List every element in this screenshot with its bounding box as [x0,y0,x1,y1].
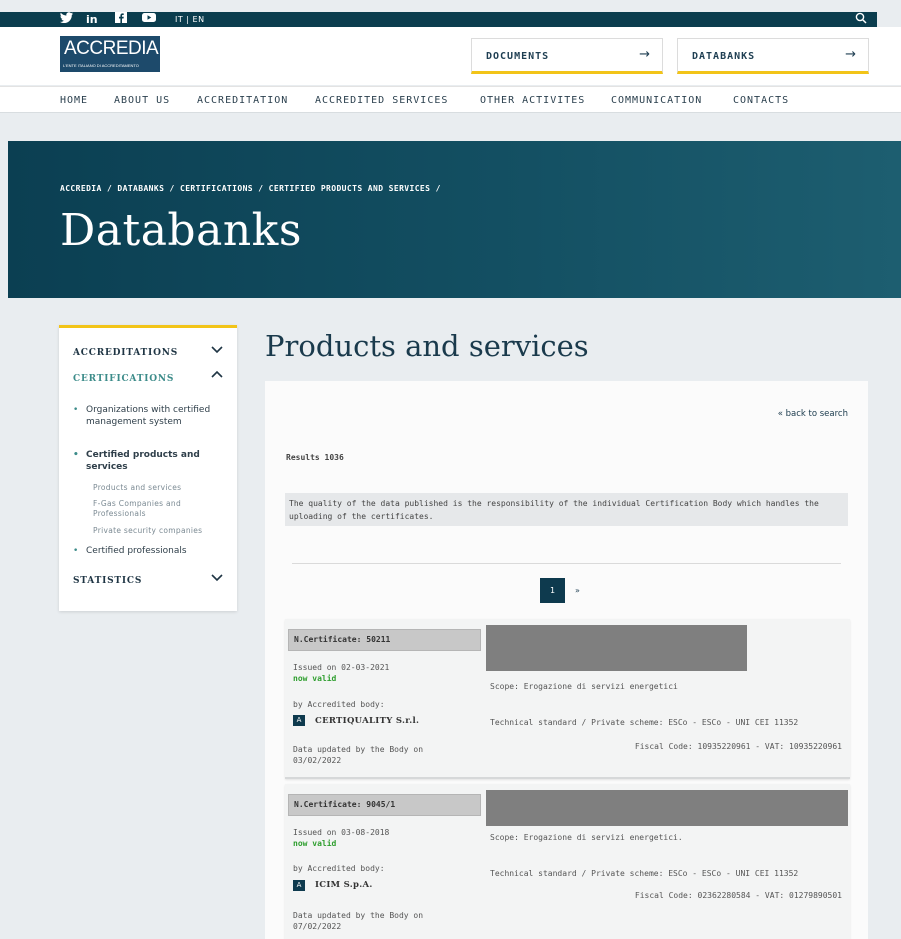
technical-standard: Technical standard / Private scheme: ESC… [490,869,799,878]
certificate-card[interactable]: N.Certificate: 50211 Issued on 02-03-202… [285,619,850,779]
issued-date: Issued on 02-03-2021 [293,663,390,672]
main-nav: HOME ABOUT US ACCREDITATION ACCREDITED S… [0,86,901,113]
databanks-label: DATABANKS [692,51,756,62]
databanks-button[interactable]: DATABANKS → [677,38,869,74]
accredited-body-name[interactable]: ICIM S.p.A. [315,880,373,890]
redacted-company-name [486,625,747,671]
bullet-icon: • [73,450,79,460]
sidebar-item-label: Certified professionals [86,546,187,556]
search-icon[interactable] [855,12,867,27]
arrow-right-icon: → [845,47,856,62]
fiscal-code: Fiscal Code: 02362280584 - VAT: 01279890… [634,891,842,900]
nav-about-us[interactable]: ABOUT US [114,95,170,106]
nav-contacts[interactable]: CONTACTS [733,95,789,106]
accredited-body-label: by Accredited body: [293,864,385,873]
breadcrumb[interactable]: ACCREDIA / DATABANKS / CERTIFICATIONS / … [60,184,441,193]
data-quality-notice: The quality of the data published is the… [285,493,848,526]
certificate-number: N.Certificate: 50211 [288,629,481,651]
pagination-next[interactable]: » [575,586,580,595]
youtube-icon[interactable] [142,12,156,27]
language-switch[interactable]: IT | EN [175,12,205,27]
logo-subtext: L'ENTE ITALIANO DI ACCREDITAMENTO [63,63,139,68]
sidebar-item-label: Certified products and services [86,450,200,472]
documents-label: DOCUMENTS [486,51,550,62]
hero-banner: ACCREDIA / DATABANKS / CERTIFICATIONS / … [8,141,901,298]
logo-text: ACCREDIA [64,38,159,59]
documents-button[interactable]: DOCUMENTS → [471,38,663,74]
nav-communication[interactable]: COMMUNICATION [611,95,702,106]
bullet-icon: • [73,546,79,556]
scope: Scope: Erogazione di servizi energetici. [490,833,683,842]
divider [292,563,841,564]
chevron-up-icon[interactable] [211,368,223,381]
accredited-body-icon: A [293,880,305,891]
sidebar-item-organizations[interactable]: • Organizations with certified managemen… [73,404,223,428]
chevron-down-icon[interactable] [211,339,223,358]
bullet-icon: • [73,405,79,415]
sidebar-certifications[interactable]: CERTIFICATIONS [73,374,174,384]
social-bar: in IT | EN [0,12,877,27]
back-to-search-link[interactable]: « back to search [778,409,848,419]
certificate-number: N.Certificate: 9045/1 [288,794,481,816]
data-updated: Data updated by the Body on 07/02/2022 [293,911,424,931]
sidebar-item-certified-products[interactable]: • Certified products and services [73,449,223,473]
sidebar-item-label: Organizations with certified management … [86,405,211,427]
section-title: Products and services [265,329,589,363]
results-count: Results 1036 [286,453,344,462]
certificate-card[interactable]: N.Certificate: 9045/1 Issued on 03-08-20… [285,784,850,939]
nav-home[interactable]: HOME [60,95,88,106]
sidebar: ACCREDITATIONS CERTIFICATIONS • Organiza… [59,325,237,611]
page-title: Databanks [60,205,302,256]
accredited-body-name[interactable]: CERTIQUALITY S.r.l. [315,716,419,726]
sidebar-item-certified-professionals[interactable]: • Certified professionals [73,545,223,557]
nav-other-activites[interactable]: OTHER ACTIVITES [480,95,585,106]
nav-accreditation[interactable]: ACCREDITATION [197,95,288,106]
accredia-logo[interactable]: ACCREDIA L'ENTE ITALIANO DI ACCREDITAMEN… [60,36,160,72]
status-badge: now valid [293,674,337,683]
fiscal-code: Fiscal Code: 10935220961 - VAT: 10935220… [634,742,842,751]
sidebar-subitem-products-services[interactable]: Products and services [93,483,233,493]
twitter-icon[interactable] [60,12,74,27]
sidebar-subitem-fgas[interactable]: F-Gas Companies and Professionals [93,499,213,519]
issued-date: Issued on 03-08-2018 [293,828,390,837]
status-badge: now valid [293,839,337,848]
results-panel: « back to search Results 1036 The qualit… [265,381,868,939]
chevron-down-icon[interactable] [211,572,223,585]
sidebar-subitem-private-security[interactable]: Private security companies [93,526,233,536]
arrow-right-icon: → [639,47,650,62]
accredited-body-label: by Accredited body: [293,700,385,709]
facebook-icon[interactable] [115,12,127,27]
accredited-body-icon: A [293,715,305,726]
scope: Scope: Erogazione di servizi energetici [490,682,678,691]
sidebar-statistics[interactable]: STATISTICS [73,576,142,586]
linkedin-icon[interactable]: in [86,12,98,27]
site-header: ACCREDIA L'ENTE ITALIANO DI ACCREDITAMEN… [0,27,901,85]
nav-accredited-services[interactable]: ACCREDITED SERVICES [315,95,448,106]
redacted-company-name [486,790,848,826]
data-updated: Data updated by the Body on 03/02/2022 [293,745,424,765]
sidebar-accreditations[interactable]: ACCREDITATIONS [73,348,178,358]
pagination-page-1[interactable]: 1 [540,578,565,603]
technical-standard: Technical standard / Private scheme: ESC… [490,718,799,727]
